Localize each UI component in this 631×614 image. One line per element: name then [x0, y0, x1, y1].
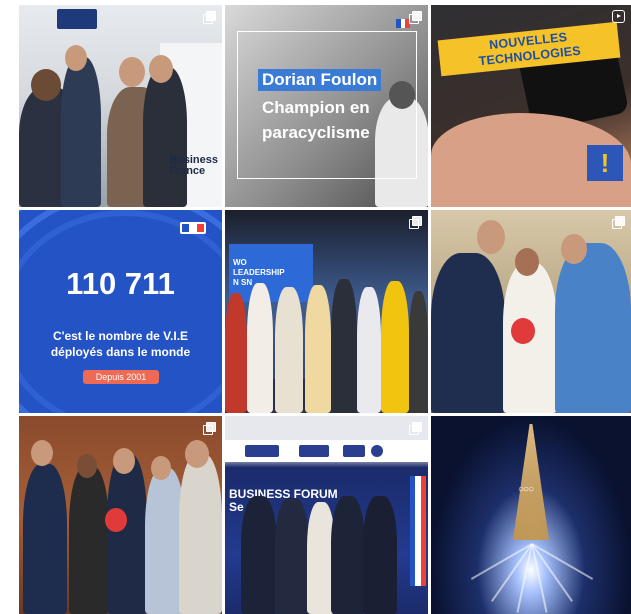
person-head: [31, 440, 53, 466]
vie-caption: C'est le nombre de V.I.E déployés dans l…: [50, 329, 191, 359]
person-silhouette: [23, 464, 67, 614]
person-silhouette: [357, 287, 381, 413]
since-badge: Depuis 2001: [83, 370, 159, 384]
person-silhouette: [61, 57, 101, 207]
carousel-icon: [409, 11, 422, 24]
post-tile-8[interactable]: BUSINESS FORUM Se: [225, 416, 428, 614]
person-silhouette: [179, 454, 222, 614]
post-tile-7[interactable]: [19, 416, 222, 614]
person-head: [77, 454, 97, 478]
athlete-title-line1: Champion en: [262, 98, 370, 117]
person-head: [561, 234, 587, 264]
person-silhouette: [143, 67, 187, 207]
carousel-icon: [203, 11, 216, 24]
person-silhouette: [275, 498, 309, 614]
post-tile-1[interactable]: Business France: [19, 5, 222, 207]
person-head: [185, 440, 209, 468]
business-france-logo: [57, 9, 97, 29]
carousel-icon: [203, 422, 216, 435]
person-silhouette: [247, 283, 273, 413]
mascot-plush: [105, 508, 127, 532]
french-flag-icon: [180, 222, 206, 234]
exclamation-icon: !: [587, 145, 623, 181]
person-silhouette: [431, 253, 505, 413]
french-flag-icon: [396, 19, 411, 28]
person-head: [477, 220, 505, 254]
person-silhouette: [555, 243, 631, 413]
person-silhouette: [107, 454, 147, 614]
athlete-title-line2: paracyclisme: [262, 123, 370, 142]
person-head: [151, 456, 171, 480]
post-tile-3[interactable]: NOUVELLES TECHNOLOGIES !: [431, 5, 631, 207]
person-head: [515, 248, 539, 276]
carousel-icon: [612, 216, 625, 229]
post-tile-5[interactable]: WO LEADERSHIP N SN: [225, 210, 428, 413]
person-head: [149, 55, 173, 83]
reel-icon: [612, 10, 625, 23]
post-tile-2[interactable]: Dorian Foulon Champion en paracyclisme: [225, 5, 428, 207]
athlete-name: Dorian Foulon: [258, 69, 382, 91]
vie-count: 110 711: [66, 266, 175, 301]
person-silhouette: [241, 496, 277, 614]
post-tile-6[interactable]: [431, 210, 631, 413]
person-silhouette: [331, 279, 357, 413]
person-silhouette: [305, 285, 331, 413]
post-tile-9[interactable]: ○○○: [431, 416, 631, 614]
mascot-plush: [511, 318, 535, 344]
olympic-rings-icon: ○○○: [518, 484, 534, 495]
person-silhouette: [409, 291, 428, 413]
person-head: [113, 448, 135, 474]
french-flag-icon: [410, 476, 426, 586]
person-head: [31, 69, 61, 101]
person-silhouette: [225, 293, 247, 413]
person-head: [119, 57, 145, 87]
person-silhouette: [69, 466, 109, 614]
person-silhouette: [331, 496, 365, 614]
carousel-icon: [409, 422, 422, 435]
carousel-icon: [409, 216, 422, 229]
person-silhouette: [381, 281, 409, 413]
person-silhouette: [275, 287, 303, 413]
post-tile-4[interactable]: 110 711 C'est le nombre de V.I.E déployé…: [19, 210, 222, 413]
person-silhouette: [363, 496, 397, 614]
business-france-sign: Business France: [169, 154, 218, 177]
person-head: [65, 45, 87, 71]
instagram-post-grid: Business France Dorian Foulon Champion e…: [0, 0, 631, 614]
